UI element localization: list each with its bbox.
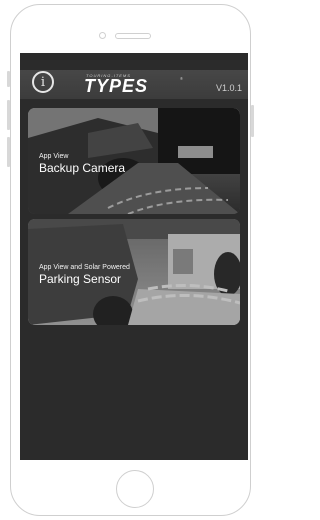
earpiece-speaker xyxy=(115,33,151,39)
power-button xyxy=(251,105,254,137)
volume-up-button xyxy=(7,100,10,130)
version-label: V1.0.1 xyxy=(215,83,242,93)
brand-logo: TYPES xyxy=(84,76,149,96)
mute-switch xyxy=(7,71,10,87)
card-title: Backup Camera xyxy=(39,161,126,175)
app-header: i TOURING-ITEMS TYPES ® V1.0.1 xyxy=(20,70,248,99)
volume-down-button xyxy=(7,137,10,167)
parking-sensor-card[interactable]: App View and Solar Powered Parking Senso… xyxy=(28,219,240,325)
card-subtitle: App View xyxy=(39,153,69,160)
card-title: Parking Sensor xyxy=(39,272,122,286)
backup-camera-card[interactable]: App View Backup Camera xyxy=(28,108,240,214)
app-screen: i TOURING-ITEMS TYPES ® V1.0.1 App View xyxy=(20,53,248,460)
card-subtitle: App View and Solar Powered xyxy=(39,264,130,271)
home-button[interactable] xyxy=(116,470,154,508)
registered-mark: ® xyxy=(180,76,183,81)
front-camera xyxy=(99,32,106,39)
info-icon[interactable]: i xyxy=(32,71,54,93)
